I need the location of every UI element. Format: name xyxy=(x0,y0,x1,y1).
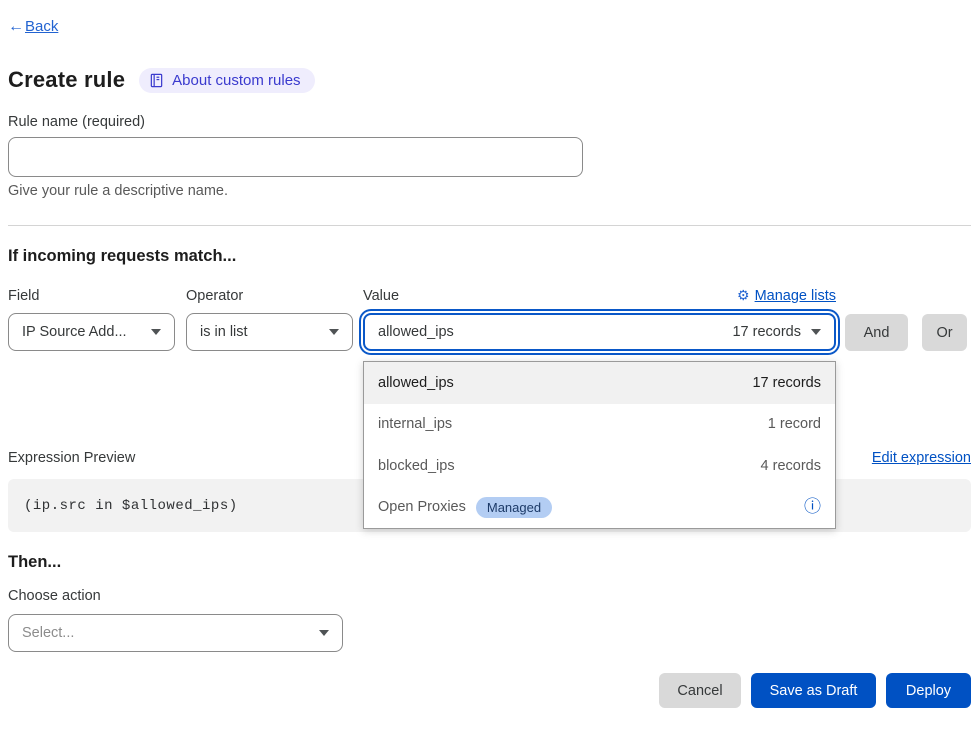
back-link[interactable]: ←Back xyxy=(8,18,58,36)
managed-badge: Managed xyxy=(476,497,552,518)
create-rule-page: ←Back Create rule About custom rules Rul… xyxy=(0,0,979,708)
value-label: Value xyxy=(363,288,399,304)
field-label: Field xyxy=(8,288,175,304)
expression-code: (ip.src in $allowed_ips) xyxy=(24,498,238,514)
cancel-button[interactable]: Cancel xyxy=(659,673,741,708)
list-name: blocked_ips xyxy=(378,458,455,474)
gear-icon: ⚙ xyxy=(737,287,750,304)
operator-select-value: is in list xyxy=(200,324,319,340)
dropdown-item-open-proxies[interactable]: Open Proxies Managed ⓘ xyxy=(364,487,835,529)
value-label-row: Value ⚙ Manage lists xyxy=(363,287,836,304)
rule-name-helper: Give your rule a descriptive name. xyxy=(8,183,971,199)
chevron-down-icon xyxy=(329,329,339,335)
action-select[interactable]: Select... xyxy=(8,614,343,652)
edit-expression-link[interactable]: Edit expression xyxy=(872,450,971,466)
info-icon[interactable]: ⓘ xyxy=(804,499,821,516)
value-select[interactable]: allowed_ips 17 records xyxy=(363,313,836,351)
book-icon xyxy=(149,73,164,88)
chevron-down-icon xyxy=(811,329,821,335)
choose-action-label: Choose action xyxy=(8,588,971,604)
value-column: Value ⚙ Manage lists allowed_ips 17 reco… xyxy=(363,287,836,351)
deploy-button[interactable]: Deploy xyxy=(886,673,971,708)
manage-lists-label: Manage lists xyxy=(755,288,836,304)
list-records: 17 records xyxy=(752,375,821,391)
rule-name-label: Rule name (required) xyxy=(8,114,971,130)
operator-select[interactable]: is in list xyxy=(186,313,353,351)
page-title: Create rule xyxy=(8,67,125,93)
save-as-draft-button[interactable]: Save as Draft xyxy=(751,673,876,708)
value-select-records: 17 records xyxy=(732,324,801,340)
list-name: allowed_ips xyxy=(378,375,454,391)
back-link-label: Back xyxy=(25,18,58,35)
field-select[interactable]: IP Source Add... xyxy=(8,313,175,351)
list-name: internal_ips xyxy=(378,416,452,432)
section-divider xyxy=(8,225,971,226)
list-dropdown-panel: allowed_ips 17 records internal_ips 1 re… xyxy=(363,361,836,529)
manage-lists-link[interactable]: ⚙ Manage lists xyxy=(737,287,836,304)
title-row: Create rule About custom rules xyxy=(8,67,971,93)
list-records: 4 records xyxy=(761,458,821,474)
dropdown-item-internal-ips[interactable]: internal_ips 1 record xyxy=(364,404,835,446)
back-arrow-icon: ← xyxy=(8,18,24,36)
value-select-value: allowed_ips xyxy=(378,324,722,340)
list-records: 1 record xyxy=(768,416,821,432)
field-column: Field IP Source Add... xyxy=(8,288,175,351)
match-section-heading: If incoming requests match... xyxy=(8,247,971,266)
then-section-heading: Then... xyxy=(8,553,971,572)
chevron-down-icon xyxy=(151,329,161,335)
about-custom-rules-label: About custom rules xyxy=(172,72,300,89)
and-button[interactable]: And xyxy=(845,314,908,351)
about-custom-rules-link[interactable]: About custom rules xyxy=(139,68,314,93)
action-select-placeholder: Select... xyxy=(22,625,309,641)
chevron-down-icon xyxy=(319,630,329,636)
rule-name-group: Rule name (required) Give your rule a de… xyxy=(8,114,971,199)
operator-label: Operator xyxy=(186,288,353,304)
expression-preview-label: Expression Preview xyxy=(8,450,135,466)
list-name: Open Proxies xyxy=(378,499,466,515)
field-select-value: IP Source Add... xyxy=(22,324,141,340)
dropdown-item-allowed-ips[interactable]: allowed_ips 17 records xyxy=(364,362,835,404)
footer-actions: Cancel Save as Draft Deploy xyxy=(8,673,971,708)
dropdown-item-blocked-ips[interactable]: blocked_ips 4 records xyxy=(364,445,835,487)
or-button[interactable]: Or xyxy=(922,314,967,351)
open-proxies-left: Open Proxies Managed xyxy=(378,497,552,518)
operator-column: Operator is in list xyxy=(186,288,353,351)
rule-name-input[interactable] xyxy=(8,137,583,177)
match-condition-row: Field IP Source Add... Operator is in li… xyxy=(8,287,971,351)
